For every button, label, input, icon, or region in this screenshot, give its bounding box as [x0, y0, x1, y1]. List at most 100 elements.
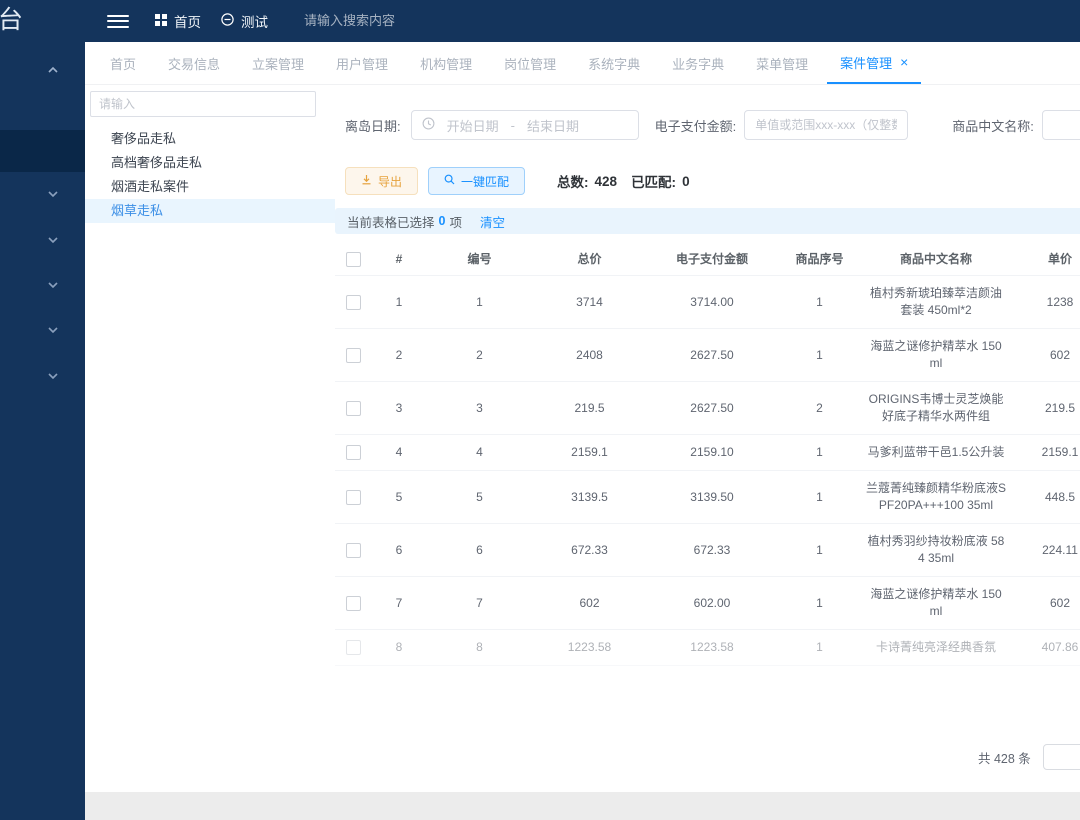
pagination: 共 428 条	[978, 744, 1080, 770]
table-row: 2 2 2408 2627.50 1 海蓝之谜修护精萃水 150ml 602	[335, 329, 1080, 382]
export-button[interactable]: 导出	[345, 167, 418, 195]
chevron-down-icon	[47, 367, 59, 385]
table-row: 1 1 3714 3714.00 1 植村秀新琥珀臻萃洁颜油套装 450ml*2…	[335, 276, 1080, 329]
matched-value: 0	[682, 174, 690, 189]
chevron-down-icon	[47, 231, 59, 249]
topbar-test[interactable]: 测试	[221, 11, 268, 31]
table-row: 5 5 3139.5 3139.50 1 兰蔻菁纯臻颜精华粉底液SPF20PA+…	[335, 471, 1080, 524]
table-row: 6 6 672.33 672.33 1 植村秀羽纱持妆粉底液 584 35ml …	[335, 524, 1080, 577]
row-checkbox[interactable]	[346, 490, 361, 505]
pagination-total: 共 428 条	[978, 748, 1031, 767]
row-checkbox[interactable]	[346, 640, 361, 655]
download-icon	[361, 174, 372, 188]
date-start-placeholder: 开始日期	[447, 116, 499, 135]
sidebar-group-5[interactable]	[0, 364, 85, 388]
search-icon	[444, 174, 455, 188]
matched-label: 已匹配:	[631, 171, 676, 191]
table-row: 8 8 1223.58 1223.58 1 卡诗菁纯亮泽经典香氛 407.86	[335, 630, 1080, 666]
tree-item-luxury[interactable]: 奢侈品走私	[85, 127, 335, 151]
chevron-down-icon	[47, 276, 59, 294]
chevron-down-icon	[47, 185, 59, 203]
total-value: 428	[595, 174, 618, 189]
row-checkbox[interactable]	[346, 348, 361, 363]
results-table: # 编号 总价 电子支付金额 商品序号 商品中文名称 单价 1 1 3714 3…	[335, 244, 1080, 678]
chevron-down-icon	[47, 321, 59, 339]
tree-item-tobacco-alcohol[interactable]: 烟酒走私案件	[85, 175, 335, 199]
selection-prefix: 当前表格已选择	[347, 212, 435, 231]
col-price: 单价	[1010, 244, 1080, 275]
one-click-match-button[interactable]: 一键匹配	[428, 167, 525, 195]
tab-menu-mgmt[interactable]: 菜单管理	[743, 42, 821, 84]
table-row: 4 4 2159.1 2159.10 1 马爹利蓝带干邑1.5公升装 2159.…	[335, 435, 1080, 471]
topbar-home-label: 首页	[174, 11, 201, 31]
close-icon[interactable]: ×	[900, 55, 908, 69]
total-label: 总数:	[557, 171, 589, 191]
product-name-label: 商品中文名称:	[952, 116, 1034, 135]
category-tree-panel: 奢侈品走私 高档奢侈品走私 烟酒走私案件 烟草走私	[85, 86, 335, 223]
payment-amount-input[interactable]	[744, 110, 908, 140]
app-window: 台	[0, 0, 1080, 820]
global-search-input[interactable]	[302, 12, 526, 29]
selection-count: 0	[439, 214, 446, 228]
hamburger-menu-icon[interactable]	[107, 11, 129, 31]
tree-item-highend-luxury[interactable]: 高档奢侈品走私	[85, 151, 335, 175]
tree-search-input[interactable]	[90, 91, 316, 117]
page-size-select[interactable]	[1043, 744, 1080, 770]
row-checkbox[interactable]	[346, 401, 361, 416]
col-seq: 商品序号	[777, 244, 862, 275]
select-all-checkbox[interactable]	[346, 252, 361, 267]
grid-icon	[155, 14, 167, 29]
main-panel: 离岛日期: 开始日期 - 结束日期 电子支付金额: 商品中文名称:	[335, 86, 1080, 678]
col-payment: 电子支付金额	[647, 244, 777, 275]
tab-system-dict[interactable]: 系统字典	[575, 42, 653, 84]
tab-trade-info[interactable]: 交易信息	[155, 42, 233, 84]
tab-home[interactable]: 首页	[97, 42, 149, 84]
tab-case-mgmt[interactable]: 案件管理 ×	[827, 42, 921, 84]
row-checkbox[interactable]	[346, 295, 361, 310]
minus-circle-icon	[221, 13, 234, 29]
date-range-picker[interactable]: 开始日期 - 结束日期	[411, 110, 639, 140]
tree-item-tobacco[interactable]: 烟草走私	[85, 199, 335, 223]
table-row: 7 7 602 602.00 1 海蓝之谜修护精萃水 150ml 602	[335, 577, 1080, 630]
sidebar-group-4[interactable]	[0, 318, 85, 342]
selection-suffix: 项	[449, 212, 462, 231]
match-counters: 总数: 428 已匹配: 0	[557, 171, 690, 191]
sidebar: 台	[0, 0, 85, 820]
row-checkbox[interactable]	[346, 596, 361, 611]
tab-case-filing[interactable]: 立案管理	[239, 42, 317, 84]
clear-selection-link[interactable]: 清空	[480, 212, 505, 231]
content-area: 奢侈品走私 高档奢侈品走私 烟酒走私案件 烟草走私 离岛日期: 开始日期 - 结…	[85, 86, 1080, 792]
topbar-search	[302, 12, 526, 30]
selection-alert: 当前表格已选择 0 项 清空	[335, 208, 1080, 234]
col-total: 总价	[532, 244, 647, 275]
sidebar-group-1[interactable]	[0, 182, 85, 206]
row-checkbox[interactable]	[346, 543, 361, 558]
col-name: 商品中文名称	[862, 244, 1010, 275]
page-background	[85, 792, 1080, 820]
row-checkbox[interactable]	[346, 445, 361, 460]
sidebar-collapse-toggle[interactable]	[0, 58, 85, 82]
product-name-input[interactable]	[1042, 110, 1080, 140]
sidebar-item-active[interactable]	[0, 130, 85, 172]
tab-user-mgmt[interactable]: 用户管理	[323, 42, 401, 84]
payment-amount-label: 电子支付金额:	[655, 116, 737, 135]
clock-icon	[422, 117, 435, 133]
date-end-placeholder: 结束日期	[527, 116, 579, 135]
toolbar: 导出 一键匹配 总数: 428 已匹配: 0	[345, 167, 1080, 195]
logo-text: 台	[0, 5, 23, 35]
sidebar-group-2[interactable]	[0, 228, 85, 252]
chevron-up-icon	[47, 61, 59, 79]
date-separator: -	[511, 118, 515, 133]
topbar-test-label: 测试	[241, 11, 268, 31]
tab-business-dict[interactable]: 业务字典	[659, 42, 737, 84]
table-header-row: # 编号 总价 电子支付金额 商品序号 商品中文名称 单价	[335, 244, 1080, 276]
tab-post-mgmt[interactable]: 岗位管理	[491, 42, 569, 84]
col-code: 编号	[427, 244, 532, 275]
date-filter-label: 离岛日期:	[345, 116, 401, 135]
col-index: #	[371, 244, 427, 275]
tab-org-mgmt[interactable]: 机构管理	[407, 42, 485, 84]
sidebar-group-3[interactable]	[0, 273, 85, 297]
topbar-home[interactable]: 首页	[155, 11, 201, 31]
tabbar: 首页 交易信息 立案管理 用户管理 机构管理 岗位管理 系统字典 业务字典 菜单…	[85, 42, 1080, 85]
topbar: 首页 测试	[85, 0, 1080, 42]
